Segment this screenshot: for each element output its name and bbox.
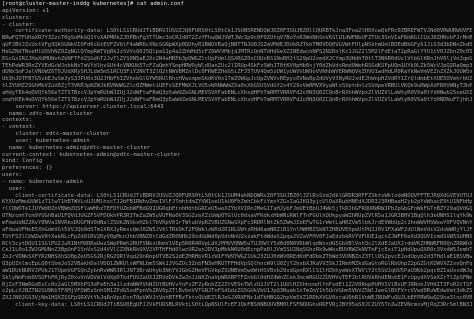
terminal-output-encoded-line: aHdyTEk4eDVQYk56eTZTSTBzcVJpYmRUbWJZUjJ2… [2, 89, 472, 96]
terminal-output-encoded-line: TUtFS3lCbWZwV0tXakRLcFpZd01RV2RyV0pMcnJh… [2, 233, 472, 240]
terminal-output-encoded-line: ZXJJN0JGS3VjNm1HQXZSSFpSRXVtYkJqRnVpcExn… [2, 295, 472, 302]
terminal-output-line: name: zdtc-master-cluster [2, 110, 93, 117]
terminal-output-encoded-line: client-key-data: LS0tLS1CRUdJTiBSU0EgUFJ… [15, 302, 472, 309]
terminal-output-line: user: kubernetes-admin [2, 137, 90, 144]
shell-command: cat admin.conf [133, 1, 184, 7]
terminal-output-encoded-line: certificate-authority-data: LS0tLS1CRUdJ… [15, 28, 472, 35]
terminal-output-encoded-line: c2pLcXJBZTN2SU9KbTFXMjVFOWEzSnhSM1ZPdG5z… [2, 288, 472, 295]
terminal-output-encoded-line: dUNxSmFJalVNbWZ6T0JUdXRySHJLdm5mS1RCU3Fi… [2, 69, 472, 76]
terminal-output-line: users: [2, 172, 23, 179]
terminal-output-encoded-line: client-certificate-data: LS0tLS1CRUdJTiB… [15, 192, 472, 199]
terminal-output-encoded-line: OTNzcmtYcm9YUGhBaU1FQVdJUGZFSVFDQkhPR3R3… [2, 213, 472, 220]
terminal-window[interactable]: [root@cluster-master-inddg kubernetes]# … [0, 0, 474, 319]
terminal-output-encoded-line: KYXUzMmuUUW1zT1lwT1hBTWVLcUJUMlhxcTJ2bFB… [2, 199, 472, 206]
terminal-output-encoded-line: rlCQWOTeIJUYWd0ZnVBWmZQSFlaWHhzTEFDYUZmb… [2, 206, 472, 213]
terminal-output-encoded-line: HeGZNdTNxeHlUOVhNZ0ZqNGlQYmpRWTVpRkJzSVV… [2, 48, 472, 55]
terminal-output-line: - name: kubernetes-admin [2, 178, 83, 185]
terminal-output-encoded-line: CkJ1L0o1ZWJGMUNnZ3BpUnF1SnVxS2d4VVlCZXNk… [2, 247, 472, 254]
terminal-output-encoded-line: tlZYUHZ2SGhMbVZuV0ZjT3VKR3pNZWJkRVNWWGZl… [2, 83, 472, 90]
terminal-output-encoded-line: mFmaUdNZ2RvY0NVa1NVRkxDUGFNV0dNalZSUkZNS… [2, 220, 472, 226]
terminal-output-line: apiVersion: v1 [2, 7, 50, 14]
terminal-output-line: user: [2, 185, 26, 192]
terminal-output-line: contexts: [2, 117, 33, 124]
terminal-output-encoded-line: ZnJrVDNkSXFYR2NHSXhSU0pZeU5GS2RjRGZQRlVq… [2, 254, 472, 261]
shell-prompt: [root@cluster-master-inddg kubernetes]# [2, 1, 134, 7]
terminal-output-line: current-context: kubernetes-admin@zdtc-m… [2, 151, 181, 158]
terminal-output-encoded-line: BRwFQTFUHaXR7Y3ZzcT0gSnMkGQ1YvXAPMRkZJDP… [2, 35, 472, 42]
terminal-output-encoded-line: RCt3cytDQU11SGlPU2JuR1NtMXRRaUwzSWpPRmh2… [2, 240, 472, 247]
terminal-output-line: clusters: [2, 14, 33, 21]
terminal-output-encoded-line: Q3pUZnlmcEpLQ0tSbmJoS2VBakhDalVDQ1ZWRUls… [2, 261, 472, 268]
terminal-output-line: server: https://apiserver.cluster.local:… [2, 103, 164, 110]
terminal-output-encoded-line: TEhPeWR3RnZYVEdGcWJobkNxTmVYdlhvSUt4cVNK… [2, 62, 472, 69]
terminal-output-line: preferences: {} [2, 165, 53, 172]
terminal-output-encoded-line: aFduaUFHeE5XbGdmVGt5VVJQb0dSTm1XRXJyRmxs… [2, 226, 472, 233]
terminal-output-encoded-line: aW1DUkNURVJPUkJ1TUpmVGFSQnZybnRvWWR3RlJN… [2, 267, 472, 274]
terminal-prompt-line: [root@cluster-master-inddg kubernetes]# … [2, 1, 472, 8]
terminal-output-line: kind: Config [2, 158, 43, 165]
terminal-output-line: - cluster: [2, 21, 36, 28]
terminal-output-line: - context: [2, 124, 36, 131]
terminal-output-line: cluster: zdtc-master-cluster [2, 131, 110, 138]
terminal-output-encoded-line: SklyNmFnb0VSUFhFRjRyZ0xvVnVDVmlVdXpDTkdF… [2, 274, 472, 281]
terminal-output-line: name: kubernetes-admin@zdtc-master-clust… [2, 144, 151, 151]
terminal-output-encoded-line: cmdtKEk4eDVQYk56eTZTSTBzcVJpYmRUbWJZUjJ2… [2, 96, 472, 103]
terminal-output-encoded-line: EGcGxIR2JHaXdMUWxhZkNFTFd2SGdhT2JvTlZYS0… [2, 55, 472, 62]
terminal-output-encoded-line: Ub3hJOTFBTG5vbEJuSmJyS3JPU0x3U2JHbFhIZVh… [2, 76, 472, 83]
terminal-output-encoded-line: RjZzF3NmRGdExCc0o2aGl5MXhPS3dFeEh3a1lzdm… [2, 281, 472, 288]
terminal-output-encoded-line: qUFJBVJZcUxtVFg3Qk5GNkVIOFd6cGtEVFZVblF4… [2, 42, 472, 49]
